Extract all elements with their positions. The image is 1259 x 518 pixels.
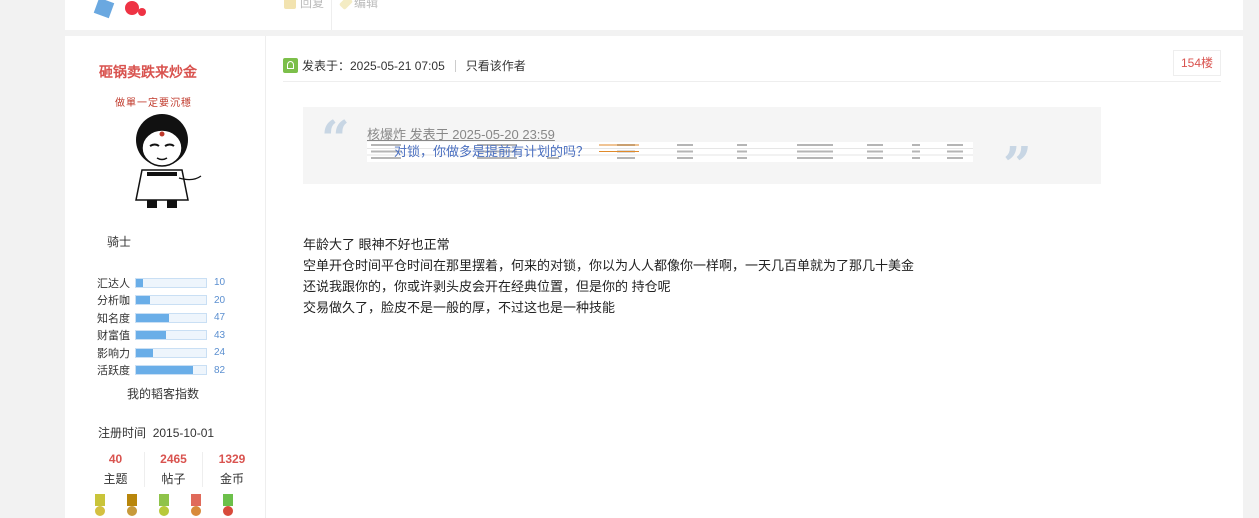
stat-label: 影响力 bbox=[97, 347, 130, 360]
stat-fill bbox=[136, 278, 143, 287]
stat-row: 活跃度 82 bbox=[97, 362, 237, 380]
count-number: 40 bbox=[108, 452, 123, 466]
author-signature: 做單一定要沉穩 bbox=[115, 98, 192, 109]
medal-icon[interactable] bbox=[189, 494, 203, 516]
post-date: 发表于：2025-05-21 07:05 bbox=[302, 59, 445, 73]
count-number: 2465 bbox=[160, 452, 187, 466]
my-index-link[interactable]: 我的韬客指数 bbox=[127, 385, 199, 402]
author-stats: 汇达人 10 分析咖 20 知名度 47 财富值 43 影响力 24 活跃度 8… bbox=[97, 274, 237, 379]
count-label: 帖子 bbox=[161, 472, 186, 486]
quote-text: 对锁，你做多是提前有计划的吗？ bbox=[394, 144, 590, 159]
post-card: 砸锅卖跌来炒金 做單一定要沉穩 骑士 汇达人 10 分析咖 20 知名度 47 … bbox=[65, 36, 1243, 518]
stat-label: 活跃度 bbox=[97, 365, 130, 378]
medal-icon[interactable] bbox=[157, 494, 171, 516]
stat-value[interactable]: 82 bbox=[214, 365, 225, 376]
stat-value[interactable]: 47 bbox=[214, 312, 225, 323]
author-avatar[interactable] bbox=[117, 110, 207, 210]
previous-avatar bbox=[93, 0, 146, 19]
stat-label: 汇达人 bbox=[97, 277, 130, 290]
count-topics[interactable]: 40 主题 bbox=[87, 452, 145, 487]
stat-row: 财富值 43 bbox=[97, 327, 237, 345]
stat-fill bbox=[136, 331, 167, 340]
stat-fill bbox=[136, 296, 150, 305]
register-label: 注册时间 bbox=[98, 426, 147, 440]
stat-row: 分析咖 20 bbox=[97, 292, 237, 310]
stat-label: 财富值 bbox=[97, 330, 130, 343]
body-line: 还说我跟你的，你或许剥头皮会开在经典位置，但是你的 持仓呢 bbox=[303, 279, 671, 294]
author-sidebar: 砸锅卖跌来炒金 做單一定要沉穩 骑士 汇达人 10 分析咖 20 知名度 47 … bbox=[65, 36, 266, 518]
stat-bar bbox=[135, 330, 207, 341]
previous-post-actions: 回复 编辑 bbox=[284, 0, 378, 11]
stat-fill bbox=[136, 313, 169, 322]
stat-value[interactable]: 43 bbox=[214, 330, 225, 341]
post-header: 发表于：2025-05-21 07:05 只看该作者 154楼 bbox=[283, 50, 1221, 82]
body-line: 交易做久了，脸皮不是一般的厚，不过这也是一种技能 bbox=[303, 300, 616, 315]
stat-bar bbox=[135, 277, 207, 288]
stat-row: 影响力 24 bbox=[97, 344, 237, 362]
open-quote-icon: “ bbox=[321, 109, 350, 168]
stat-label: 知名度 bbox=[97, 312, 130, 325]
divider bbox=[454, 59, 456, 72]
register-info: 注册时间 2015-10-01 bbox=[98, 424, 214, 441]
count-coins[interactable]: 1329 金币 bbox=[203, 452, 261, 487]
stat-bar bbox=[135, 365, 207, 376]
stat-value[interactable]: 10 bbox=[214, 277, 225, 288]
reply-action[interactable]: 回复 bbox=[284, 0, 324, 11]
stat-bar bbox=[135, 312, 207, 323]
author-medals bbox=[93, 494, 235, 516]
quote-block: “ ” 核爆炸 发表于 2025-05-20 23:59 对锁，你做多是提前有计… bbox=[303, 107, 1101, 194]
stat-fill bbox=[136, 348, 153, 357]
body-line: 空单开仓时间平仓时间在那里摆着，何来的对锁，你以为人人都像你一样啊，一天几百单就… bbox=[303, 258, 915, 273]
body-line: 年龄大了 眼神不好也正常 bbox=[303, 237, 450, 252]
edit-action[interactable]: 编辑 bbox=[338, 0, 378, 11]
medal-icon[interactable] bbox=[125, 494, 139, 516]
stat-label: 分析咖 bbox=[97, 295, 130, 308]
author-only-link[interactable]: 只看该作者 bbox=[466, 57, 526, 74]
stat-row: 汇达人 10 bbox=[97, 274, 237, 292]
floor-number[interactable]: 154楼 bbox=[1172, 50, 1221, 76]
count-number: 1329 bbox=[218, 452, 246, 466]
stat-row: 知名度 47 bbox=[97, 309, 237, 327]
post-body: 年龄大了 眼神不好也正常 空单开仓时间平仓时间在那里摆着，何来的对锁，你以为人人… bbox=[303, 234, 914, 318]
post-content: 发表于：2025-05-21 07:05 只看该作者 154楼 “ ” 核爆炸 … bbox=[266, 36, 1243, 518]
count-label: 金币 bbox=[219, 472, 244, 486]
close-quote-icon: ” bbox=[1003, 135, 1032, 194]
register-date: 2015-10-01 bbox=[152, 426, 215, 440]
stat-fill bbox=[136, 366, 194, 375]
count-label: 主题 bbox=[103, 472, 128, 486]
author-counts: 40 主题 2465 帖子 1329 金币 bbox=[87, 452, 261, 487]
medal-icon[interactable] bbox=[93, 494, 107, 516]
author-username[interactable]: 砸锅卖跌来炒金 bbox=[99, 62, 197, 82]
stat-bar bbox=[135, 347, 207, 358]
online-user-icon bbox=[283, 58, 298, 73]
medal-icon[interactable] bbox=[221, 494, 235, 516]
stat-value[interactable]: 24 bbox=[214, 347, 225, 358]
stat-bar bbox=[135, 295, 207, 306]
stat-value[interactable]: 20 bbox=[214, 295, 225, 306]
previous-post-strip bbox=[65, 0, 1243, 30]
reply-icon bbox=[284, 0, 296, 9]
author-rank: 骑士 bbox=[107, 235, 132, 249]
edit-icon bbox=[338, 0, 354, 10]
count-posts[interactable]: 2465 帖子 bbox=[145, 452, 203, 487]
